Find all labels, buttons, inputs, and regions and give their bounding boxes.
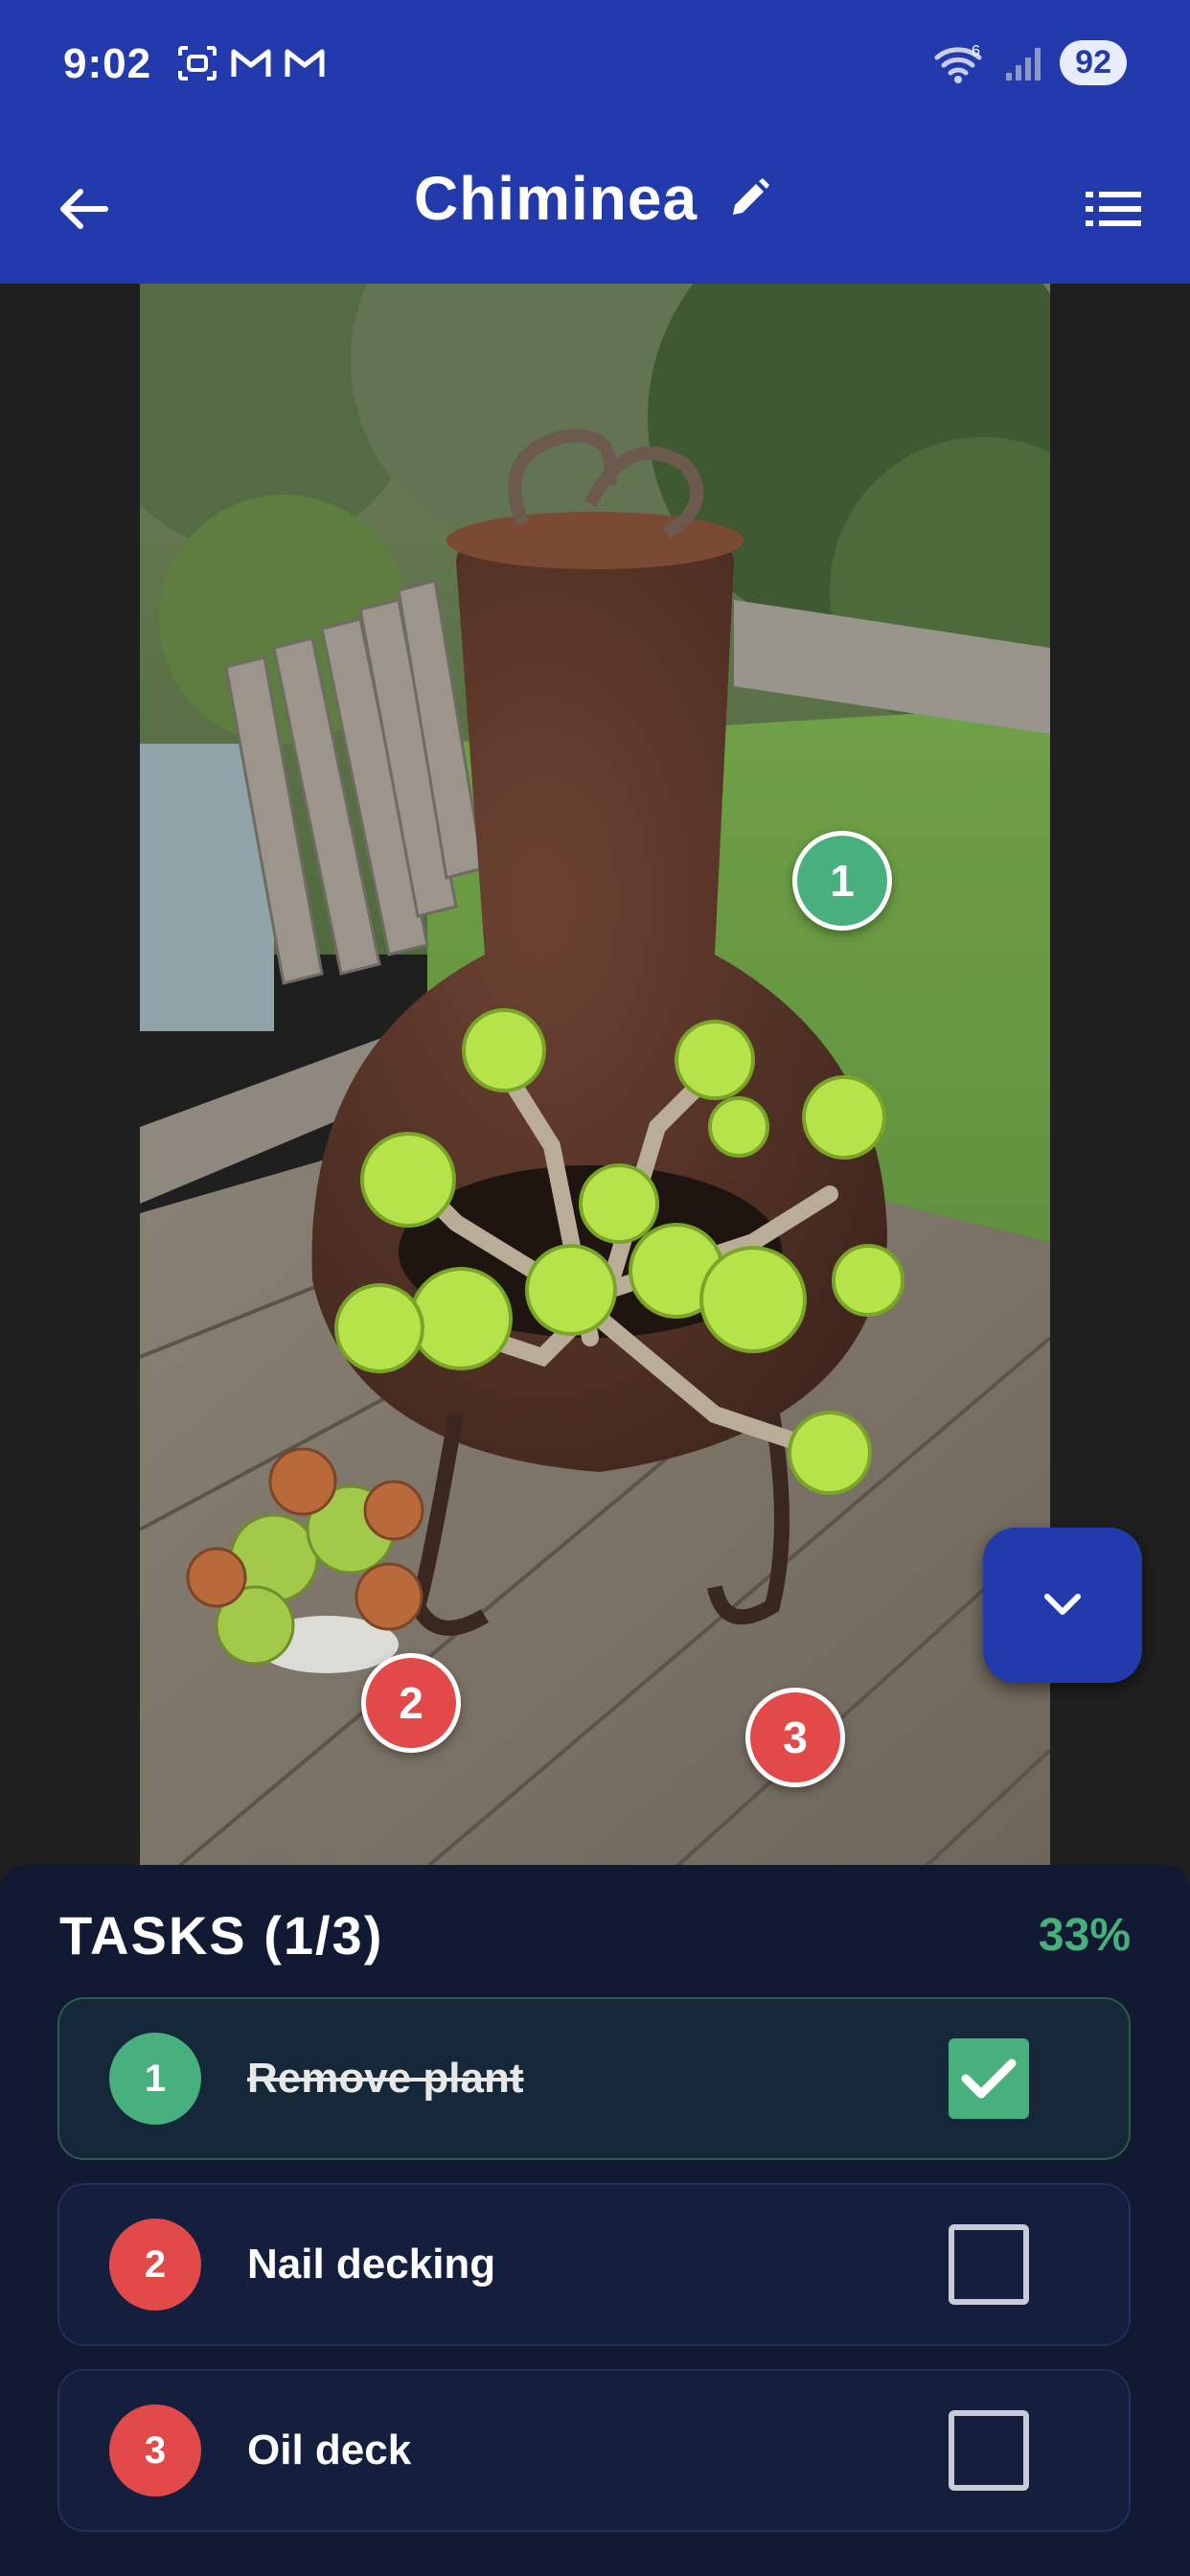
- task-checkbox[interactable]: [949, 2410, 1029, 2491]
- pencil-icon: [733, 178, 770, 215]
- task-item-2[interactable]: 2 Nail decking: [57, 2183, 1131, 2346]
- task-checkbox[interactable]: [949, 2224, 1029, 2305]
- title-group: Chiminea: [0, 163, 1190, 234]
- chevron-down-icon: [1044, 1594, 1081, 1615]
- task-marker-1[interactable]: 1: [792, 831, 892, 931]
- tasks-title: TASKS (1/3): [59, 1904, 384, 1966]
- page-title: Chiminea: [413, 164, 698, 233]
- wifi-icon: 6: [934, 43, 982, 83]
- task-number-badge: 1: [109, 2033, 201, 2125]
- gmail-icon: [285, 49, 325, 77]
- notification-icons: [176, 44, 326, 82]
- edit-title-button[interactable]: [722, 172, 776, 225]
- gmail-icon: [231, 49, 271, 77]
- task-marker-2[interactable]: 2: [361, 1653, 461, 1753]
- task-label: Remove plant: [247, 2055, 524, 2102]
- chiminea-photo-illustration: [140, 284, 1050, 1867]
- task-checkbox[interactable]: [949, 2038, 1029, 2119]
- system-icons: 6 92: [933, 40, 1127, 85]
- tasks-progress: 33%: [1038, 1909, 1131, 1961]
- task-number-badge: 3: [109, 2404, 201, 2496]
- status-time: 9:02: [63, 40, 152, 87]
- check-icon: [961, 2058, 1017, 2099]
- task-item-1[interactable]: 1 Remove plant: [57, 1997, 1131, 2160]
- task-label: Nail decking: [247, 2241, 496, 2288]
- task-photo[interactable]: [140, 284, 1050, 1867]
- task-list-button[interactable]: [1079, 174, 1148, 243]
- tasks-panel: TASKS (1/3) 33% 1 Remove plant 2 Nail de…: [0, 1865, 1190, 2576]
- battery-indicator: 92: [1060, 40, 1127, 85]
- collapse-photo-button[interactable]: [983, 1528, 1142, 1683]
- task-number-badge: 2: [109, 2219, 201, 2311]
- list-icon: [1086, 192, 1141, 226]
- task-label: Oil deck: [247, 2426, 412, 2473]
- tasks-header: TASKS (1/3) 33%: [59, 1901, 1131, 1968]
- status-bar: 9:02 6 92: [0, 0, 1190, 134]
- signal-icon: [1006, 47, 1041, 80]
- screenshot-icon: [178, 46, 217, 80]
- app-bar: Chiminea: [0, 134, 1190, 284]
- task-marker-3[interactable]: 3: [745, 1688, 845, 1787]
- task-item-3[interactable]: 3 Oil deck: [57, 2369, 1131, 2532]
- network-type: 6: [972, 43, 980, 59]
